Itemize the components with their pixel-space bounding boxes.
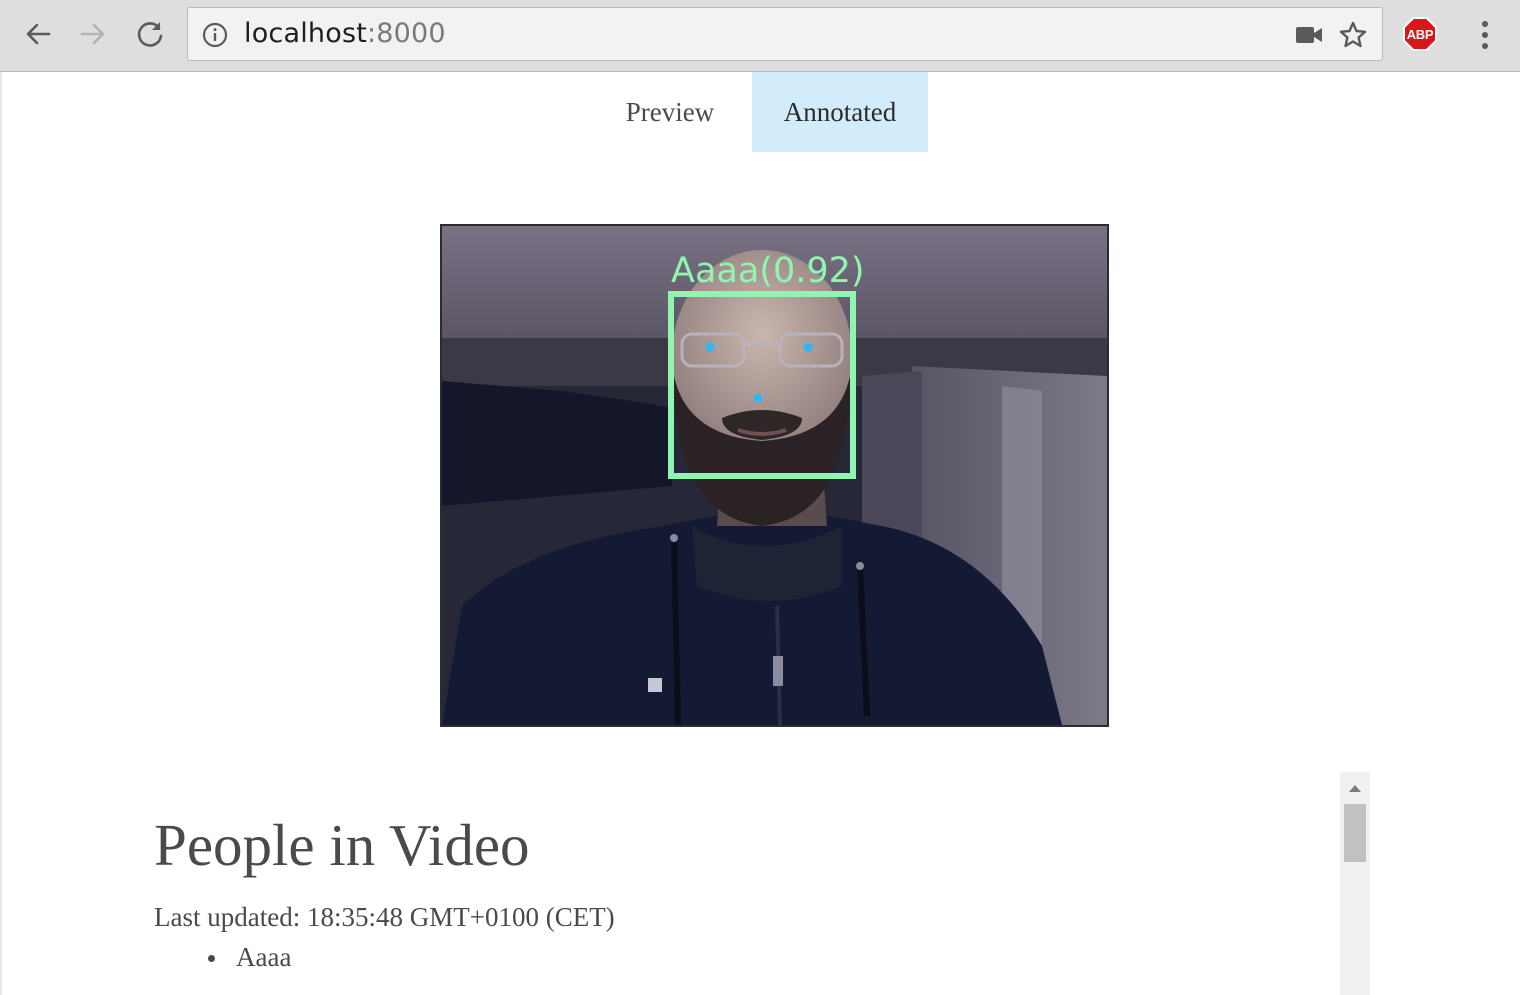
view-tabs: Preview Annotated — [2, 72, 1520, 152]
reload-button[interactable] — [130, 14, 170, 54]
annotated-video-frame: Aaaa(0.92) — [440, 224, 1109, 727]
reload-icon — [137, 22, 163, 47]
arrow-left-icon — [26, 23, 51, 45]
bullet-icon — [208, 955, 215, 962]
people-list: Aaaa — [154, 940, 1254, 974]
page-title: People in Video — [154, 812, 530, 878]
scroll-up-button[interactable] — [1340, 778, 1370, 798]
triangle-up-icon — [1349, 785, 1361, 792]
page-content: Preview Annotated Aaaa(0.92) People in V… — [0, 72, 1520, 995]
back-button[interactable] — [18, 14, 58, 54]
list-item: Aaaa — [154, 940, 1254, 974]
browser-toolbar: localhost:8000 ABP — [0, 0, 1520, 72]
last-updated-label: Last updated: — [154, 902, 301, 932]
url-text[interactable]: localhost:8000 — [244, 17, 446, 51]
forward-button[interactable] — [73, 14, 113, 54]
url-port: :8000 — [367, 18, 446, 49]
tab-annotated[interactable]: Annotated — [752, 72, 928, 152]
person-name: Aaaa — [236, 942, 292, 972]
extension-label: ABP — [1406, 26, 1434, 42]
tab-preview[interactable]: Preview — [590, 72, 750, 152]
address-bar[interactable]: localhost:8000 — [187, 7, 1383, 61]
camera-icon[interactable] — [1294, 23, 1324, 47]
url-host: localhost — [244, 18, 367, 49]
scrollbar[interactable] — [1340, 772, 1370, 995]
adblock-plus-icon[interactable]: ABP — [1402, 16, 1438, 52]
last-updated: Last updated: 18:35:48 GMT+0100 (CET) — [154, 900, 1254, 934]
star-icon[interactable] — [1338, 20, 1368, 50]
webcam-image: Aaaa(0.92) — [442, 226, 1107, 725]
arrow-right-icon — [80, 23, 105, 45]
last-updated-time: 18:35:48 GMT+0100 (CET) — [306, 902, 615, 932]
scroll-thumb[interactable] — [1344, 804, 1366, 862]
kebab-menu-icon[interactable] — [1470, 16, 1500, 54]
detection-label: Aaaa(0.92) — [671, 251, 865, 291]
info-icon[interactable] — [202, 22, 228, 48]
people-section: People in Video Last updated: 18:35:48 G… — [154, 810, 1254, 974]
